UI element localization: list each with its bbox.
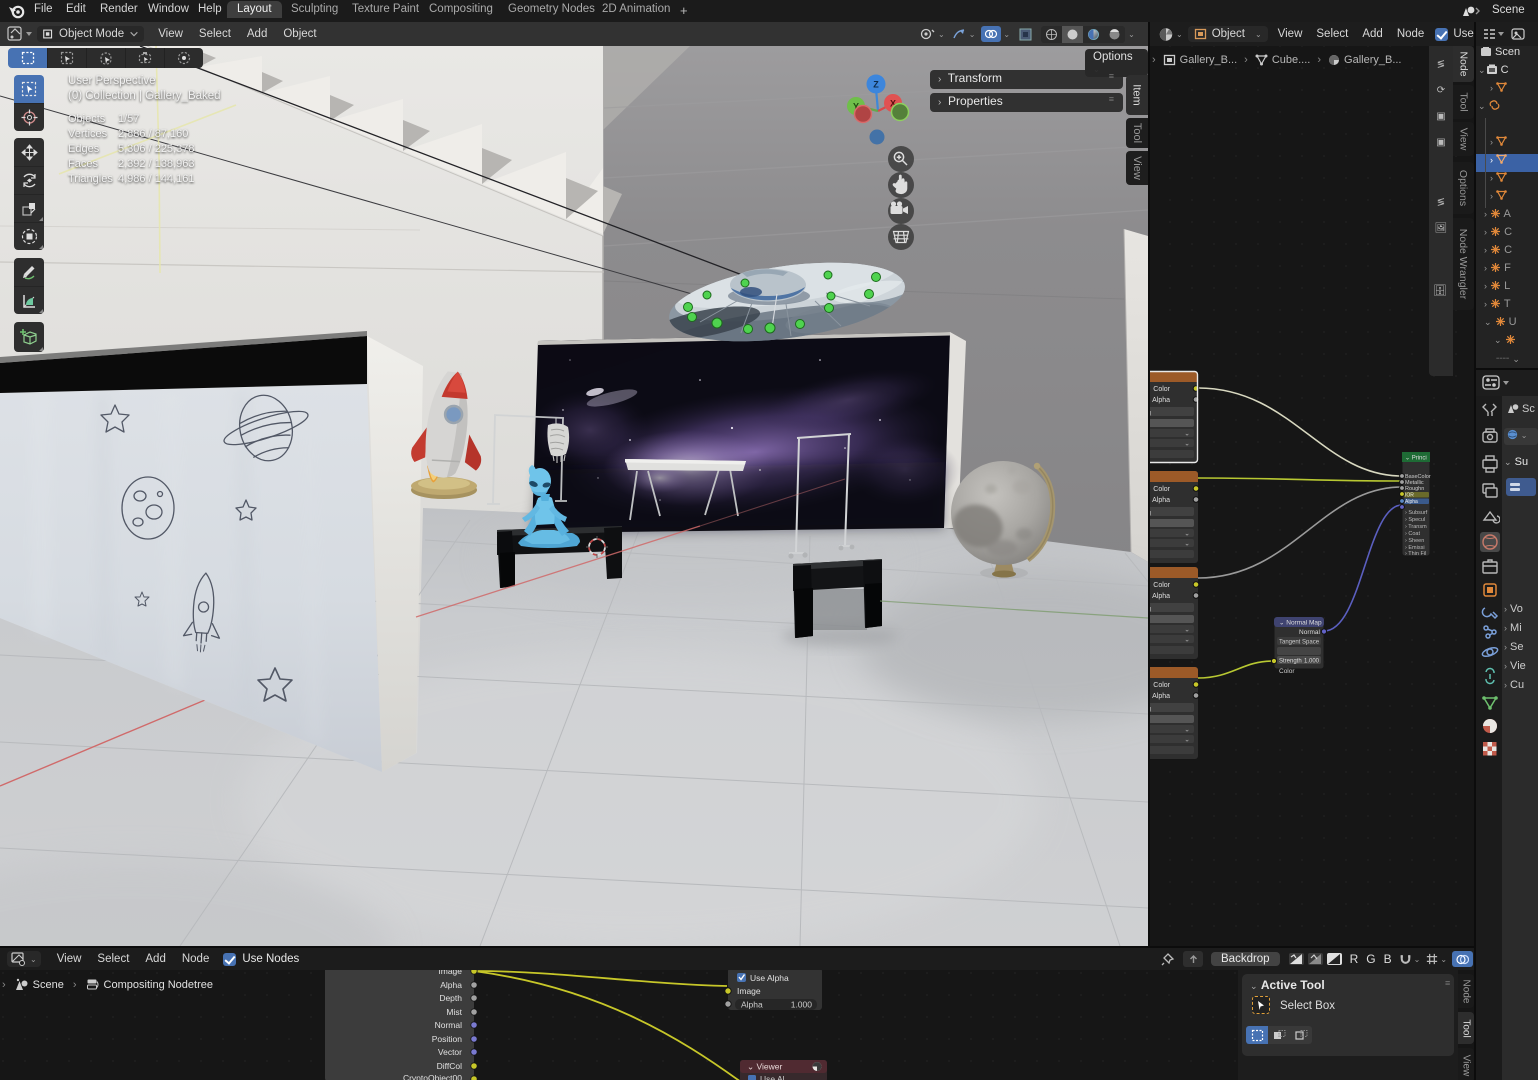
svg-text:CryptoObject00: CryptoObject00 [403, 1073, 462, 1080]
svg-text:Normal: Normal [435, 1020, 463, 1030]
svg-text:1.000: 1.000 [1304, 659, 1320, 665]
svg-text:DiffCol: DiffCol [437, 1061, 462, 1071]
svg-text:1.000: 1.000 [791, 1000, 813, 1010]
svg-text:⌄ Viewer: ⌄ Viewer [747, 1062, 782, 1072]
svg-text:Alpha: Alpha [741, 1000, 763, 1010]
svg-text:Use Alpha: Use Alpha [750, 973, 789, 983]
svg-text:Position: Position [432, 1034, 463, 1044]
svg-text:› Coat: › Coat [1405, 531, 1420, 537]
svg-text:IOR: IOR [1405, 493, 1414, 499]
svg-text:Z: Z [873, 80, 879, 90]
svg-text:› Thin Fil: › Thin Fil [1405, 551, 1426, 557]
svg-text:Image: Image [737, 986, 761, 996]
svg-text:Normal: Normal [1299, 629, 1321, 636]
svg-text:› Specul: › Specul [1405, 517, 1425, 523]
svg-text:› Subsurf: › Subsurf [1405, 510, 1428, 516]
svg-text:Tangent Space: Tangent Space [1279, 640, 1320, 646]
svg-text:Roughn: Roughn [1405, 486, 1424, 492]
svg-text:Strength: Strength [1279, 659, 1302, 665]
svg-text:Alpha: Alpha [440, 980, 462, 990]
svg-text:Vector: Vector [438, 1047, 462, 1057]
svg-text:› Sheen: › Sheen [1405, 538, 1424, 544]
svg-text:Mist: Mist [446, 1007, 462, 1017]
svg-text:Color: Color [1279, 668, 1295, 675]
svg-text:Depth: Depth [439, 993, 462, 1003]
svg-text:› Transm: › Transm [1405, 524, 1427, 530]
svg-text:⌄ Normal Map: ⌄ Normal Map [1279, 620, 1322, 627]
svg-text:Use Al: Use Al [760, 1074, 785, 1080]
svg-text:Alpha: Alpha [1405, 499, 1418, 505]
svg-text:⌄ Princi: ⌄ Princi [1405, 456, 1427, 462]
